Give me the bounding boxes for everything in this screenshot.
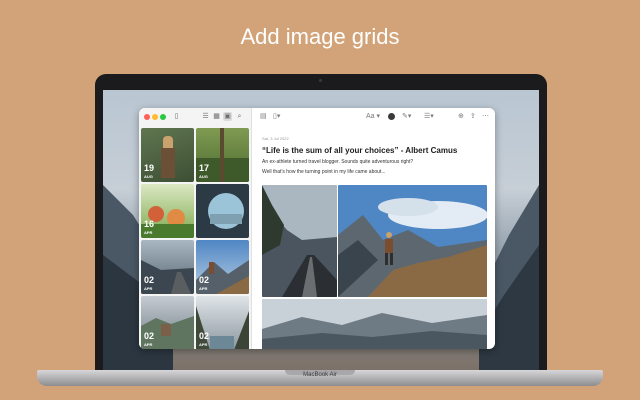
note-paragraph[interactable]: Well that’s how the turning point in my … xyxy=(262,169,386,175)
laptop-label: MacBook Air xyxy=(303,372,337,378)
list-icon[interactable]: ☰▾ xyxy=(424,112,434,121)
note-image-panorama[interactable] xyxy=(262,299,487,349)
photo-tile[interactable]: 02 APR xyxy=(141,240,194,294)
tile-month: APR xyxy=(144,342,153,347)
notes-app-window: ▯ ☰ ▦ ▣ ⌕ 19 AUG 17 AUG 16 APR 02 APR 02… xyxy=(139,108,495,349)
note-editor: ▤ ▯▾ Aa ▾ ✎▾ ☰▾ ⊕ ⇪ ⋯ Sat, 3 Jul 2022 “L… xyxy=(252,108,495,349)
photo-tile[interactable]: 16 APR xyxy=(141,184,194,238)
tile-day: 16 xyxy=(144,219,155,229)
grid-small-icon[interactable]: ▦ xyxy=(212,112,221,121)
text-format-label: Aa xyxy=(366,113,375,120)
text-format-button[interactable]: Aa ▾ xyxy=(366,112,380,121)
add-icon[interactable]: ⊕ xyxy=(458,112,464,121)
close-window-button[interactable] xyxy=(144,114,150,120)
photo-tile[interactable]: 02 APR xyxy=(196,296,249,349)
tile-month: APR xyxy=(199,286,208,291)
note-title[interactable]: “Life is the sum of all your choices” - … xyxy=(262,146,457,155)
photo-tile[interactable] xyxy=(196,184,249,238)
search-icon[interactable]: ⌕ xyxy=(235,112,244,121)
tile-day: 02 xyxy=(144,331,155,341)
tile-month: APR xyxy=(144,286,153,291)
road-photo xyxy=(262,185,337,297)
note-image-road[interactable] xyxy=(262,185,337,297)
laptop-lid: ▯ ☰ ▦ ▣ ⌕ 19 AUG 17 AUG 16 APR 02 APR 02… xyxy=(95,74,547,380)
camera xyxy=(319,79,322,82)
tile-month: AUG xyxy=(144,174,153,179)
sidebar: ▯ ☰ ▦ ▣ ⌕ 19 AUG 17 AUG 16 APR 02 APR 02… xyxy=(139,108,252,349)
more-icon[interactable]: ⋯ xyxy=(482,112,489,121)
laptop-screen: ▯ ☰ ▦ ▣ ⌕ 19 AUG 17 AUG 16 APR 02 APR 02… xyxy=(103,90,539,375)
minimize-window-button[interactable] xyxy=(152,114,158,120)
grid-large-icon[interactable]: ▣ xyxy=(223,112,232,121)
panorama-photo xyxy=(262,299,487,349)
editor-toolbar: ▤ ▯▾ Aa ▾ ✎▾ ☰▾ ⊕ ⇪ ⋯ xyxy=(252,108,495,126)
tile-month: APR xyxy=(199,342,208,347)
photo-tile[interactable]: 02 APR xyxy=(196,240,249,294)
photo-window-view-thumbnail xyxy=(208,193,244,229)
tile-month: APR xyxy=(144,230,153,235)
photo-tile[interactable]: 17 AUG xyxy=(196,128,249,182)
photo-tile[interactable]: 19 AUG xyxy=(141,128,194,182)
tile-day: 17 xyxy=(199,163,210,173)
hiker-mountain-photo xyxy=(338,185,487,297)
tile-day: 02 xyxy=(199,331,210,341)
note-paragraph[interactable]: An ex-athlete turned travel blogger. Sou… xyxy=(262,159,413,165)
zoom-window-button[interactable] xyxy=(160,114,166,120)
sidebar-icon[interactable]: ▯ xyxy=(172,112,181,121)
note-date: Sat, 3 Jul 2022 xyxy=(262,136,289,141)
tile-day: 02 xyxy=(144,275,155,285)
note-icon[interactable]: ▤ xyxy=(260,112,267,121)
note-image-hiker[interactable] xyxy=(338,185,487,297)
headline: Add image grids xyxy=(240,24,400,49)
tile-month: AUG xyxy=(199,174,208,179)
list-icon[interactable]: ☰ xyxy=(201,112,210,121)
attachment-icon[interactable]: ▯▾ xyxy=(273,112,280,121)
tile-day: 02 xyxy=(199,275,210,285)
sidebar-toolbar: ▯ ☰ ▦ ▣ ⌕ xyxy=(139,108,251,126)
share-icon[interactable]: ⇪ xyxy=(470,112,476,121)
photo-tile[interactable]: 02 APR xyxy=(141,296,194,349)
tile-day: 19 xyxy=(144,163,155,173)
color-circle-icon[interactable] xyxy=(388,113,395,120)
pen-icon[interactable]: ✎▾ xyxy=(402,112,411,121)
